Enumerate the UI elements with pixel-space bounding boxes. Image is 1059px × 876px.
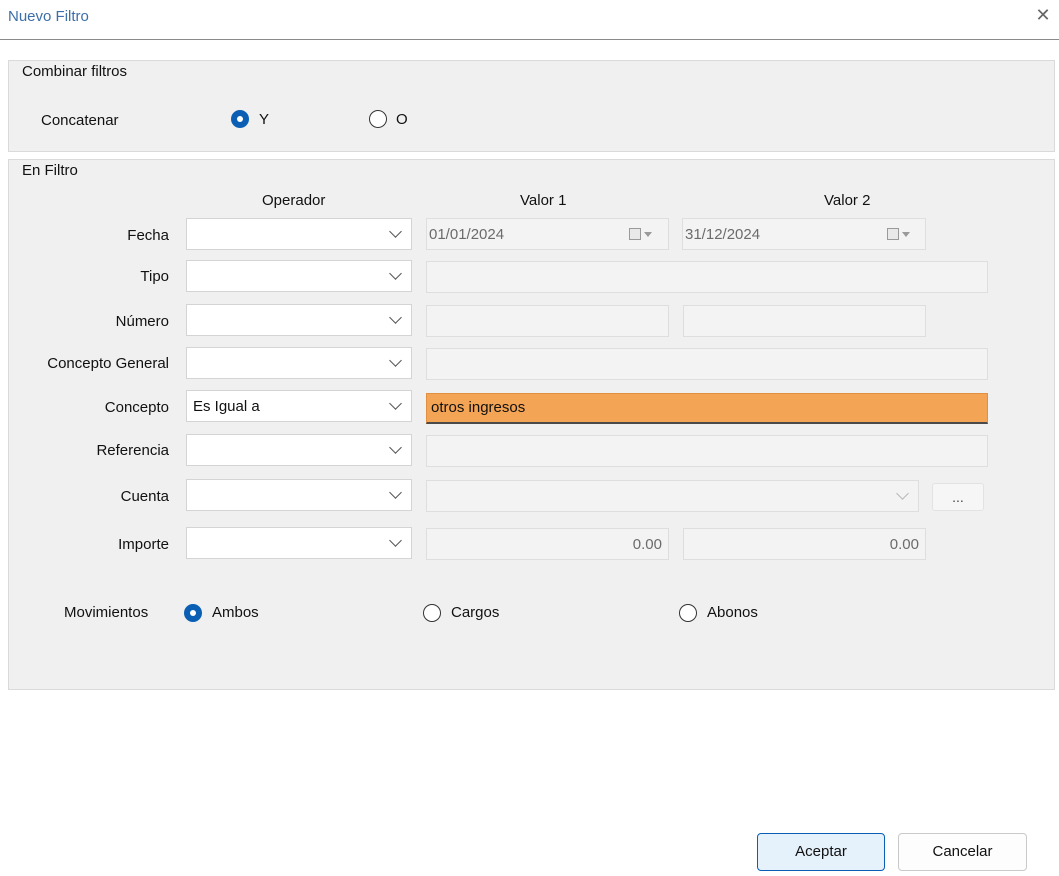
concatenate-label: Concatenar xyxy=(41,112,119,129)
concepto-general-label: Concepto General xyxy=(47,355,169,372)
chevron-down-icon xyxy=(389,313,403,327)
movements-label: Movimientos xyxy=(64,604,149,621)
chevron-down-icon xyxy=(389,356,403,370)
numero-value2-field[interactable] xyxy=(683,305,926,337)
combine-filters-legend: Combinar filtros xyxy=(18,63,132,80)
concatenate-y-radio[interactable] xyxy=(231,110,249,128)
fecha-value1-text: 01/01/2024 xyxy=(429,226,505,243)
cancel-button[interactable]: Cancelar xyxy=(898,833,1027,871)
cuenta-operator-select[interactable] xyxy=(186,479,412,511)
movements-cargos-label[interactable]: Cargos xyxy=(451,604,499,621)
concepto-operator-select[interactable]: Es Igual a xyxy=(186,390,412,422)
filter-legend: En Filtro xyxy=(18,162,82,179)
chevron-down-icon xyxy=(389,399,403,413)
concepto-general-operator-select[interactable] xyxy=(186,347,412,379)
value2-header: Valor 2 xyxy=(824,192,871,209)
referencia-value1-field[interactable] xyxy=(426,435,988,467)
concatenate-y-label[interactable]: Y xyxy=(259,111,269,128)
numero-value1-field[interactable] xyxy=(426,305,669,337)
movements-abonos-label[interactable]: Abonos xyxy=(707,604,758,621)
importe-value1-text: 0.00 xyxy=(632,536,662,553)
referencia-operator-select[interactable] xyxy=(186,434,412,466)
fecha-operator-select[interactable] xyxy=(186,218,412,250)
cuenta-label: Cuenta xyxy=(120,488,169,505)
fecha-value2-text: 31/12/2024 xyxy=(685,226,761,243)
chevron-down-icon xyxy=(389,536,403,550)
fecha-value2-date[interactable]: 31/12/2024 xyxy=(682,218,926,250)
concepto-value1-text: otros ingresos xyxy=(431,399,526,416)
numero-operator-select[interactable] xyxy=(186,304,412,336)
concatenate-o-radio[interactable] xyxy=(369,110,387,128)
concepto-label: Concepto xyxy=(104,399,169,416)
concepto-general-value1-field[interactable] xyxy=(426,348,988,380)
close-icon[interactable]: ✕ xyxy=(1032,4,1054,26)
value1-header: Valor 1 xyxy=(520,192,567,209)
dialog-title: Nuevo Filtro xyxy=(8,8,89,25)
importe-value2-text: 0.00 xyxy=(889,536,919,553)
chevron-down-icon xyxy=(389,443,403,457)
chevron-down-icon xyxy=(896,489,910,503)
tipo-value1-field[interactable] xyxy=(426,261,988,293)
fecha-value1-date[interactable]: 01/01/2024 xyxy=(426,218,669,250)
cuenta-browse-button[interactable]: ... xyxy=(932,483,984,511)
numero-label: Número xyxy=(115,313,169,330)
operator-header: Operador xyxy=(262,192,326,209)
concatenate-o-label[interactable]: O xyxy=(396,111,408,128)
chevron-down-icon xyxy=(389,227,403,241)
importe-operator-select[interactable] xyxy=(186,527,412,559)
importe-value1-field[interactable]: 0.00 xyxy=(426,528,669,560)
movements-ambos-radio[interactable] xyxy=(184,604,202,622)
concepto-operator-value: Es Igual a xyxy=(193,398,260,415)
calendar-dropdown-icon[interactable] xyxy=(887,228,910,242)
fecha-label: Fecha xyxy=(127,227,169,244)
accept-button[interactable]: Aceptar xyxy=(757,833,885,871)
cuenta-value1-select[interactable] xyxy=(426,480,919,512)
concepto-value1-input[interactable]: otros ingresos xyxy=(426,393,988,424)
movements-ambos-label[interactable]: Ambos xyxy=(212,604,259,621)
tipo-label: Tipo xyxy=(140,268,169,285)
movements-abonos-radio[interactable] xyxy=(679,604,697,622)
movements-cargos-radio[interactable] xyxy=(423,604,441,622)
calendar-dropdown-icon[interactable] xyxy=(629,228,652,242)
combine-filters-group xyxy=(8,60,1055,152)
referencia-label: Referencia xyxy=(96,442,169,459)
importe-label: Importe xyxy=(118,536,169,553)
chevron-down-icon xyxy=(389,488,403,502)
tipo-operator-select[interactable] xyxy=(186,260,412,292)
chevron-down-icon xyxy=(389,269,403,283)
title-divider xyxy=(0,39,1059,40)
importe-value2-field[interactable]: 0.00 xyxy=(683,528,926,560)
